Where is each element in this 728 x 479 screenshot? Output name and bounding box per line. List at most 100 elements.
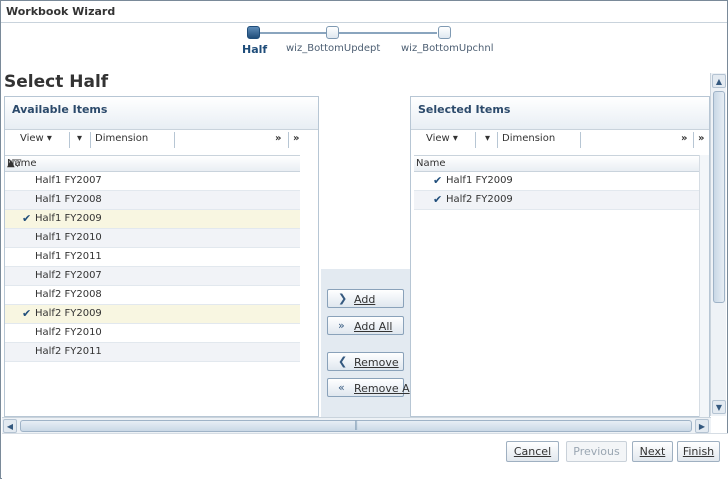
list-item-label: Half2 FY2009 xyxy=(35,308,102,319)
name-column-header[interactable]: Name xyxy=(414,155,699,172)
list-item[interactable]: Half2 FY2010 xyxy=(5,324,300,343)
finish-button[interactable]: Finish xyxy=(677,441,720,462)
train-stop-bottomupdept[interactable] xyxy=(326,26,339,39)
train-label-bottomupdept[interactable]: wiz_BottomUpdept xyxy=(286,43,380,54)
previous-button-label: Previous xyxy=(573,445,620,458)
remove-all-button[interactable]: « Remove A xyxy=(327,378,410,397)
move-all-left-icon: « xyxy=(338,381,345,394)
list-item-label: Half1 FY2008 xyxy=(35,194,102,205)
add-button[interactable]: ❯ Add xyxy=(327,289,404,308)
add-all-button-label: Add All xyxy=(354,320,393,333)
view-menu[interactable]: View ▾ xyxy=(20,133,52,144)
view-menu[interactable]: View ▾ xyxy=(426,133,458,144)
available-items-list: Half1 FY2007 Half1 FY2008 ✔ Half1 FY2009 Hal… xyxy=(5,172,300,362)
overflow-icon[interactable]: » xyxy=(275,133,281,144)
available-items-title: Available Items xyxy=(12,103,108,116)
available-toolbar: View ▾ ▾ Dimension » » xyxy=(5,130,318,150)
scroll-up-icon[interactable]: ▲ xyxy=(712,74,726,88)
train-label-bottomupchnl[interactable]: wiz_BottomUpchnl xyxy=(401,43,494,54)
list-item[interactable]: Half2 FY2007 xyxy=(5,267,300,286)
toolbar-divider xyxy=(693,132,694,148)
list-item-label: Half2 FY2011 xyxy=(35,346,102,357)
title-bar: Workbook Wizard xyxy=(1,1,727,23)
toolbar-divider xyxy=(90,132,91,148)
available-items-panel: Available Items View ▾ ▾ Dimension » » N… xyxy=(4,96,319,417)
scroll-thumb[interactable]: ║ xyxy=(20,420,692,432)
expand-icon[interactable]: » xyxy=(293,133,299,144)
dimension-menu[interactable]: Dimension xyxy=(502,133,555,144)
toolbar-divider xyxy=(288,132,289,148)
train-connector xyxy=(260,32,326,34)
expand-icon[interactable]: » xyxy=(698,133,704,144)
dimension-dropdown-icon[interactable]: ▾ xyxy=(77,133,82,144)
scroll-thumb[interactable] xyxy=(713,91,725,303)
scroll-right-icon[interactable]: ▶ xyxy=(695,419,709,433)
list-item-label: Half2 FY2008 xyxy=(35,289,102,300)
move-left-icon: ❮ xyxy=(338,355,348,368)
finish-button-label: Finish xyxy=(682,445,715,458)
wizard-train: Half wiz_BottomUpdept wiz_BottomUpchnl xyxy=(1,23,727,63)
selected-items-header: Selected Items xyxy=(411,97,709,130)
toolbar-divider xyxy=(580,132,581,148)
list-item-label: Half1 FY2007 xyxy=(35,175,102,186)
shuttle-controls: ❯ Add » Add All ❮ Remove « Remove A xyxy=(321,269,410,417)
list-item[interactable]: ✔ Half1 FY2009 xyxy=(414,172,699,191)
add-button-label: Add xyxy=(354,293,376,306)
list-scrollbar[interactable] xyxy=(699,155,709,417)
list-item[interactable]: ✔ Half2 FY2009 xyxy=(5,305,300,324)
list-item[interactable]: Half2 FY2011 xyxy=(5,343,300,362)
available-items-header: Available Items xyxy=(5,97,318,130)
sort-icon[interactable]: ▲▽ xyxy=(7,158,294,169)
train-label-half[interactable]: Half xyxy=(242,43,267,56)
move-all-right-icon: » xyxy=(338,319,345,332)
wizard-footer: Cancel Previous Next Finish xyxy=(2,433,728,479)
list-item-label: Half2 FY2010 xyxy=(35,327,102,338)
page-vertical-scrollbar[interactable]: ▲ ▼ xyxy=(710,73,726,416)
list-item-label: Half1 FY2009 xyxy=(35,213,102,224)
train-stop-half[interactable] xyxy=(247,26,260,39)
page-horizontal-scrollbar[interactable]: ◀ ║ ▶ xyxy=(2,417,711,433)
move-right-icon: ❯ xyxy=(338,292,348,305)
list-item[interactable]: Half1 FY2007 xyxy=(5,172,300,191)
page-title: Select Half xyxy=(4,72,109,92)
checkmark-icon: ✔ xyxy=(22,212,32,225)
next-button-label: Next xyxy=(639,445,666,458)
scroll-down-icon[interactable]: ▼ xyxy=(712,400,726,414)
train-connector xyxy=(339,32,437,34)
dimension-menu[interactable]: Dimension xyxy=(95,133,148,144)
selected-items-list: ✔ Half1 FY2009 ✔ Half2 FY2009 xyxy=(414,172,699,210)
list-item-label: Half1 FY2010 xyxy=(35,232,102,243)
list-item[interactable]: Half1 FY2008 xyxy=(5,191,300,210)
selected-items-panel: Selected Items View ▾ ▾ Dimension » » Na… xyxy=(410,96,710,417)
checkmark-icon: ✔ xyxy=(433,193,443,206)
selected-toolbar: View ▾ ▾ Dimension » » xyxy=(411,130,709,150)
window-title: Workbook Wizard xyxy=(6,5,116,18)
scroll-left-icon[interactable]: ◀ xyxy=(3,419,17,433)
remove-button-label: Remove xyxy=(354,356,399,369)
list-item[interactable]: Half1 FY2011 xyxy=(5,248,300,267)
list-item[interactable]: Half1 FY2010 xyxy=(5,229,300,248)
checkmark-icon: ✔ xyxy=(433,174,443,187)
list-item-label: Half1 FY2009 xyxy=(446,175,513,186)
overflow-icon[interactable]: » xyxy=(681,133,687,144)
name-column-header[interactable]: Name ▲▽ xyxy=(5,155,300,172)
remove-button[interactable]: ❮ Remove xyxy=(327,352,404,371)
previous-button[interactable]: Previous xyxy=(566,441,627,462)
view-menu-label: View xyxy=(426,133,450,144)
list-item[interactable]: ✔ Half2 FY2009 xyxy=(414,191,699,210)
list-item-label: Half2 FY2007 xyxy=(35,270,102,281)
list-item[interactable]: Half2 FY2008 xyxy=(5,286,300,305)
selected-items-title: Selected Items xyxy=(418,103,511,116)
toolbar-divider xyxy=(69,132,70,148)
toolbar-divider xyxy=(497,132,498,148)
checkmark-icon: ✔ xyxy=(22,307,32,320)
chevron-down-icon: ▾ xyxy=(46,133,52,144)
list-item[interactable]: ✔ Half1 FY2009 xyxy=(5,210,300,229)
cancel-button[interactable]: Cancel xyxy=(506,441,559,462)
add-all-button[interactable]: » Add All xyxy=(327,316,404,335)
train-stop-bottomupchnl[interactable] xyxy=(438,26,451,39)
remove-all-button-label: Remove A xyxy=(354,382,410,395)
dimension-dropdown-icon[interactable]: ▾ xyxy=(485,133,490,144)
list-item-label: Half2 FY2009 xyxy=(446,194,513,205)
next-button[interactable]: Next xyxy=(632,441,673,462)
